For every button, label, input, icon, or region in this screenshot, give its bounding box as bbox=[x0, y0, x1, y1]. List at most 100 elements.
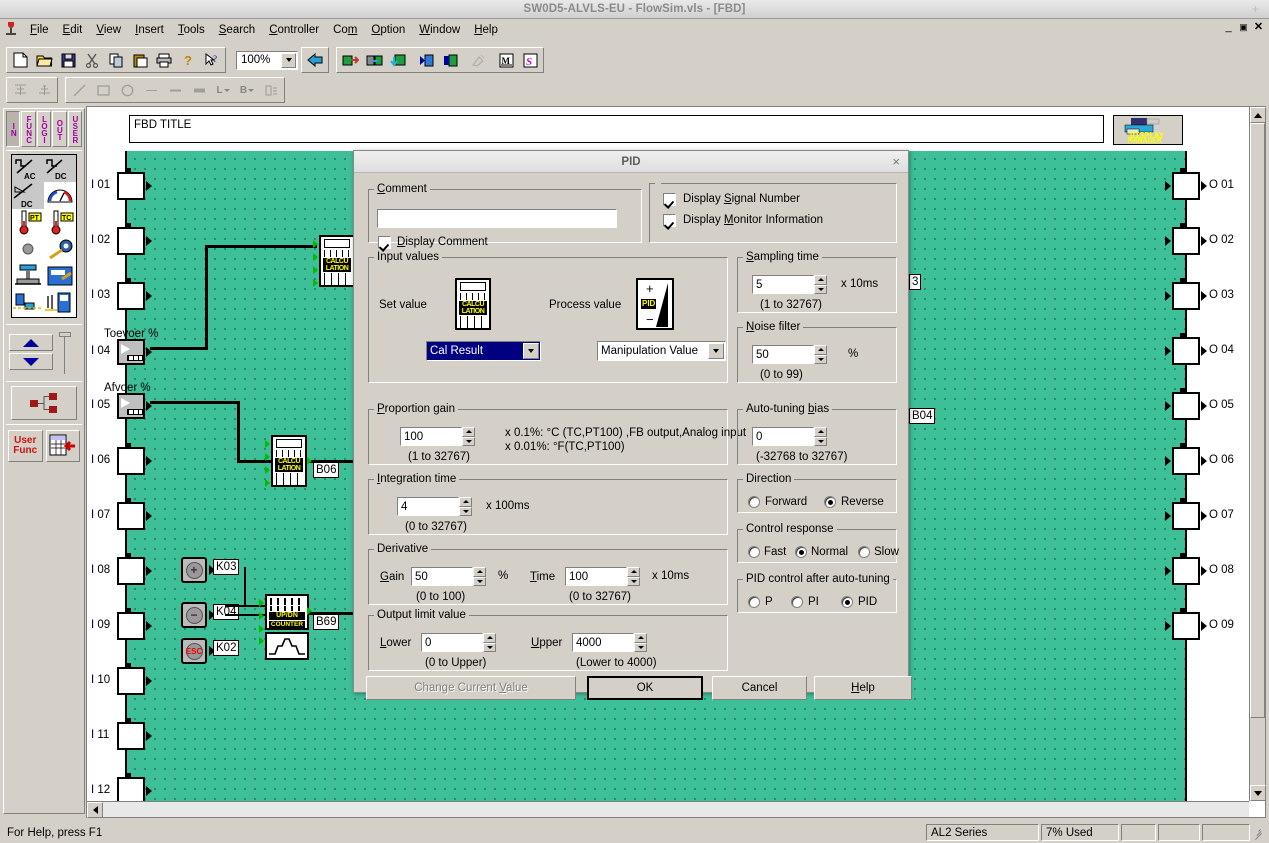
palette-tab-logi[interactable]: LOGI bbox=[36, 111, 52, 147]
output-block-o09[interactable] bbox=[1172, 612, 1200, 640]
derivative-time-spinner[interactable] bbox=[627, 567, 640, 586]
spinner-down[interactable] bbox=[814, 436, 827, 446]
spinner-up[interactable] bbox=[627, 567, 640, 577]
horizontal-scrollbar[interactable] bbox=[87, 801, 1249, 818]
output-block-o02[interactable] bbox=[1172, 227, 1200, 255]
user-table-icon[interactable] bbox=[45, 430, 80, 462]
vertical-scrollbar[interactable] bbox=[1249, 107, 1266, 801]
thin-line-icon[interactable] bbox=[139, 79, 163, 101]
align-center-icon[interactable] bbox=[32, 79, 56, 101]
analog-input-block-i05[interactable] bbox=[117, 393, 145, 419]
run-monitor-icon[interactable] bbox=[414, 49, 438, 71]
noise-filter-spinner[interactable] bbox=[814, 345, 827, 364]
palette-slider[interactable] bbox=[59, 332, 71, 374]
stop-monitor-icon[interactable] bbox=[438, 49, 462, 71]
process-value-combobox[interactable]: Manipulation Value bbox=[597, 341, 726, 361]
save-disk-icon[interactable] bbox=[56, 49, 80, 71]
pid-pi-radio[interactable] bbox=[791, 596, 803, 608]
scroll-up-arrow[interactable] bbox=[9, 334, 53, 351]
bit-device-icon[interactable] bbox=[12, 290, 44, 317]
bold-text-icon[interactable]: B bbox=[235, 79, 259, 101]
mdi-restore-button[interactable]: ▣ bbox=[1236, 21, 1251, 36]
pushbutton-k02-esc[interactable]: ESC bbox=[181, 638, 207, 664]
ok-button[interactable]: OK bbox=[587, 676, 703, 700]
input-block-i03[interactable] bbox=[117, 282, 145, 310]
clear-icon[interactable] bbox=[466, 49, 490, 71]
new-document-icon[interactable] bbox=[8, 49, 32, 71]
cut-scissors-icon[interactable] bbox=[80, 49, 104, 71]
waveform-block[interactable] bbox=[265, 632, 309, 660]
spinner-up[interactable] bbox=[462, 427, 475, 437]
palette-tab-user[interactable]: USER bbox=[67, 111, 83, 147]
spinner-down[interactable] bbox=[814, 284, 827, 294]
spinner-down[interactable] bbox=[462, 436, 475, 446]
cancel-button[interactable]: Cancel bbox=[712, 676, 807, 700]
display-monitor-info-checkbox[interactable] bbox=[663, 214, 676, 227]
chevron-down-icon[interactable] bbox=[708, 343, 724, 359]
direction-reverse-radio[interactable] bbox=[824, 496, 836, 508]
pid-pid-radio[interactable] bbox=[841, 596, 853, 608]
control-response-fast-radio[interactable] bbox=[748, 546, 760, 558]
integration-time-input[interactable] bbox=[397, 497, 459, 516]
menu-tools[interactable]: Tools bbox=[171, 22, 212, 38]
resize-grip-icon[interactable] bbox=[1252, 826, 1265, 841]
menu-window[interactable]: Window bbox=[412, 22, 467, 38]
spinner-down[interactable] bbox=[634, 642, 647, 652]
menu-edit[interactable]: Edit bbox=[56, 22, 90, 38]
menu-com[interactable]: Com bbox=[326, 22, 364, 38]
display-comment-checkbox[interactable] bbox=[378, 236, 391, 249]
label-list-icon[interactable] bbox=[259, 79, 283, 101]
line-tool-icon[interactable] bbox=[67, 79, 91, 101]
dc-input-icon[interactable]: DC bbox=[44, 155, 76, 182]
spinner-down[interactable] bbox=[473, 576, 486, 586]
input-block-i11[interactable] bbox=[117, 722, 145, 750]
change-current-value-button[interactable]: Change Current Value bbox=[366, 676, 576, 700]
derivative-time-input[interactable] bbox=[565, 567, 627, 586]
paste-icon[interactable] bbox=[128, 49, 152, 71]
print-icon[interactable] bbox=[152, 49, 176, 71]
key-tag-k03[interactable]: K03 bbox=[213, 559, 240, 575]
menu-file[interactable]: FFileile bbox=[23, 22, 56, 38]
display-manager-button[interactable]: DISPLAY MANAGER bbox=[1113, 115, 1183, 145]
palette-tab-out[interactable]: OUT bbox=[52, 111, 67, 147]
scroll-left-button[interactable] bbox=[87, 802, 103, 818]
output-block-o04[interactable] bbox=[1172, 337, 1200, 365]
vertical-scroll-thumb[interactable] bbox=[1250, 123, 1265, 718]
gauge-meter-icon[interactable] bbox=[44, 182, 76, 209]
pid-p-radio[interactable] bbox=[748, 596, 760, 608]
output-block-o05[interactable] bbox=[1172, 392, 1200, 420]
block-tree-icon[interactable] bbox=[11, 386, 77, 420]
control-response-slow-radio[interactable] bbox=[858, 546, 870, 558]
mdi-close-button[interactable]: ✕ bbox=[1251, 21, 1266, 36]
spinner-down[interactable] bbox=[627, 576, 640, 586]
signal-tag-b04[interactable]: B04 bbox=[909, 408, 936, 424]
scroll-up-button[interactable] bbox=[1250, 107, 1266, 123]
copy-icon[interactable] bbox=[104, 49, 128, 71]
noise-filter-input[interactable] bbox=[752, 345, 814, 364]
menu-search[interactable]: Search bbox=[212, 22, 262, 38]
context-help-arrow-icon[interactable]: ? bbox=[200, 49, 224, 71]
scroll-down-button[interactable] bbox=[1250, 785, 1266, 801]
download-to-plc-icon[interactable] bbox=[338, 49, 362, 71]
input-block-i09[interactable] bbox=[117, 612, 145, 640]
spinner-up[interactable] bbox=[814, 275, 827, 285]
rectangle-tool-icon[interactable] bbox=[91, 79, 115, 101]
menu-view[interactable]: View bbox=[89, 22, 128, 38]
ellipse-tool-icon[interactable] bbox=[115, 79, 139, 101]
updown-counter-block-b69[interactable]: UP/DN COUNTER bbox=[265, 594, 309, 630]
align-bottom-icon[interactable] bbox=[8, 79, 32, 101]
pt100-sensor-icon[interactable]: PT bbox=[12, 209, 44, 236]
palette-tab-in[interactable]: IN bbox=[6, 111, 21, 147]
key-tag-k02[interactable]: K02 bbox=[213, 640, 240, 656]
zoom-combobox[interactable]: 100% bbox=[236, 50, 298, 70]
thermocouple-icon[interactable]: TC bbox=[44, 209, 76, 236]
calculation-block-1[interactable]: CALCU LATION bbox=[319, 235, 355, 287]
derivative-gain-spinner[interactable] bbox=[473, 567, 486, 586]
proportion-gain-spinner[interactable] bbox=[462, 427, 475, 446]
output-upper-spinner[interactable] bbox=[634, 633, 647, 652]
toggle-panel-icon[interactable] bbox=[44, 263, 76, 290]
thick-line-icon[interactable] bbox=[187, 79, 211, 101]
open-folder-icon[interactable] bbox=[32, 49, 56, 71]
output-block-o08[interactable] bbox=[1172, 557, 1200, 585]
spinner-up[interactable] bbox=[814, 427, 827, 437]
